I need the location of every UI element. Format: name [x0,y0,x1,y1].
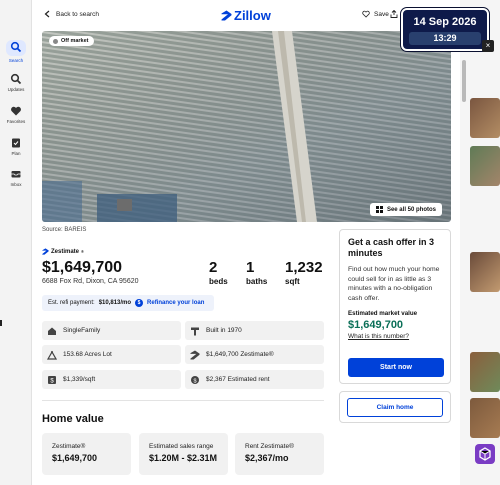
sqft-stat: 1,232 sqft [285,259,323,286]
market-value-label: Estimated market value [348,310,418,317]
claim-home-button[interactable]: Claim home [347,398,443,417]
back-label: Back to search [56,10,99,18]
background-listing-photo[interactable] [470,98,500,138]
clock-time: 13:29 [409,32,481,45]
heart-outline-icon [362,10,370,18]
chevron-left-icon [44,10,50,18]
cash-offer-panel: Get a cash offer in 3 minutes Find out h… [339,229,451,384]
zestimate-logo: Zestimate ® [42,248,84,255]
rent-icon: $ [191,375,199,384]
save-button[interactable]: Save [362,10,389,18]
status-dot-icon [53,38,58,44]
close-icon[interactable]: × [482,40,494,52]
cash-offer-description: Find out how much your home could sell f… [348,266,440,302]
search-icon [10,41,22,53]
heart-icon [11,106,21,116]
rail-label: Inbox [10,182,22,187]
sales-range-card[interactable]: Estimated sales range $1.20M - $2.31M [139,433,228,475]
rail-item-inbox[interactable]: Inbox [0,168,32,187]
svg-text:$: $ [193,378,196,384]
listing-price: $1,649,700 [42,259,123,276]
rail-label: Favorites [6,119,26,124]
fact-lot-size: 153.68 Acres Lot [42,345,181,364]
dollar-icon: $ [135,299,144,307]
section-divider [42,400,324,401]
start-now-button[interactable]: Start now [348,358,444,377]
zestimate-card[interactable]: Zestimate® $1,649,700 [42,433,131,475]
property-detail-modal: Back to search Zillow Save Off market Se… [32,0,460,485]
market-value: $1,649,700 [348,319,404,331]
clock-date: 14 Sep 2026 [413,16,477,28]
rent-zestimate-card[interactable]: Rent Zestimate® $2,367/mo [235,433,324,475]
clock-widget: 14 Sep 2026 13:29 [401,8,489,51]
claim-home-panel: Claim home [339,391,451,423]
background-listing-photo[interactable] [470,146,500,186]
what-is-this-link[interactable]: What is this number? [348,333,442,340]
inbox-icon [11,171,21,178]
rail-label: Updates [7,87,25,92]
background-scrollbar[interactable] [462,60,466,102]
fact-home-type: SingleFamily [42,321,181,340]
logo-text: Zillow [234,8,271,23]
background-listing-photo[interactable] [470,252,500,292]
home-icon [48,327,56,335]
baths-stat: 1 baths [246,259,268,286]
status-badge: Off market [49,36,94,46]
cash-offer-title: Get a cash offer in 3 minutes [348,237,435,258]
background-listing-photo[interactable] [470,398,500,438]
hero-photo[interactable]: Off market See all 50 photos [42,31,451,222]
zillow-logo[interactable]: Zillow [221,8,271,23]
back-to-search-link[interactable]: Back to search [44,10,99,18]
price-tag-icon: $ [48,375,56,384]
save-label: Save [374,10,389,18]
hammer-icon [191,327,199,335]
rail-label: Plan [11,151,21,156]
checklist-icon [12,138,20,148]
refi-amount: $10,813/mo [98,300,132,306]
rail-item-plan[interactable]: Plan [0,137,32,156]
lot-icon [47,350,57,360]
fact-estimated-rent: $ $2,367 Estimated rent [185,370,324,389]
page-left-edge-marker [0,320,2,326]
fact-year-built: Built in 1970 [185,321,324,340]
refinance-link[interactable]: Refinance your loan [147,300,204,306]
assistant-app-icon[interactable] [475,444,495,464]
search-icon [10,73,22,85]
zillow-z-icon [42,248,49,255]
grid-icon [375,206,383,213]
cube-icon [479,447,491,461]
modal-topbar: Back to search Zillow Save [32,0,460,30]
share-icon[interactable] [390,10,398,18]
fact-price-per-sqft: $ $1,339/sqft [42,370,181,389]
zestimate-icon [190,349,200,360]
rail-item-favorites[interactable]: Favorites [0,105,32,124]
aerial-farmland-image [42,31,451,222]
photo-source: Source: BAREIS [42,227,87,233]
listing-address: 6688 Fox Rd, Dixon, CA 95620 [42,278,139,285]
rail-label: Search [8,58,24,63]
see-all-photos-button[interactable]: See all 50 photos [369,203,442,216]
rail-item-search[interactable]: Search [0,40,32,63]
rail-item-updates[interactable]: Updates [0,73,32,92]
home-value-heading: Home value [42,413,104,425]
background-listing-photo[interactable] [470,352,500,392]
beds-stat: 2 beds [209,259,228,286]
left-nav-rail: Search Updates Favorites Plan Inbox [0,0,32,485]
zillow-z-icon [221,10,232,21]
refi-payment-banner: Est. refi payment: $10,813/mo $ Refinanc… [42,295,214,311]
fact-zestimate: $1,649,700 Zestimate® [185,345,324,364]
